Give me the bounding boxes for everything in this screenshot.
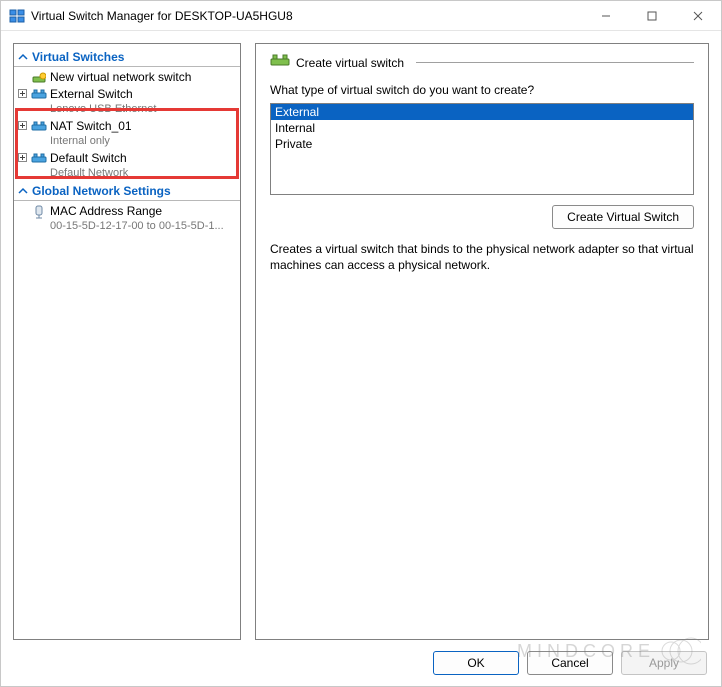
- maximize-button[interactable]: [629, 1, 675, 30]
- section-label: Global Network Settings: [32, 184, 171, 198]
- expander-icon[interactable]: [18, 89, 28, 99]
- create-switch-button[interactable]: Create Virtual Switch: [552, 205, 694, 229]
- ok-button[interactable]: OK: [433, 651, 519, 675]
- window-controls: [583, 1, 721, 30]
- node-label: MAC Address Range: [50, 204, 224, 219]
- close-button[interactable]: [675, 1, 721, 30]
- window-title: Virtual Switch Manager for DESKTOP-UA5HG…: [31, 9, 583, 23]
- expander-icon[interactable]: [18, 121, 28, 131]
- app-icon: [9, 8, 25, 24]
- node-sublabel: Internal only: [50, 134, 132, 149]
- cancel-button[interactable]: Cancel: [527, 651, 613, 675]
- node-sublabel: Lenovo USB Ethernet: [50, 102, 156, 117]
- pane-title: Create virtual switch: [296, 56, 404, 70]
- node-label: Default Switch: [50, 151, 128, 166]
- section-label: Virtual Switches: [32, 50, 124, 64]
- option-internal[interactable]: Internal: [271, 120, 693, 136]
- sidebar-item-default-switch[interactable]: Default Switch Default Network: [14, 150, 240, 182]
- switch-icon: [270, 54, 290, 71]
- minimize-button[interactable]: [583, 1, 629, 30]
- pane-header: Create virtual switch: [270, 54, 694, 71]
- titlebar[interactable]: Virtual Switch Manager for DESKTOP-UA5HG…: [1, 1, 721, 31]
- mac-icon: [31, 204, 47, 219]
- sidebar[interactable]: Virtual Switches New virtual network swi…: [13, 43, 241, 640]
- dialog-footer: OK Cancel Apply: [1, 640, 721, 686]
- content-pane: Create virtual switch What type of virtu…: [255, 43, 709, 640]
- option-private[interactable]: Private: [271, 136, 693, 152]
- divider: [416, 62, 694, 63]
- sidebar-item-mac-range[interactable]: MAC Address Range 00-15-5D-12-17-00 to 0…: [14, 203, 240, 235]
- section-global-settings[interactable]: Global Network Settings: [14, 182, 240, 201]
- node-label: External Switch: [50, 87, 156, 102]
- switch-icon: [31, 87, 47, 102]
- collapse-icon: [18, 186, 28, 196]
- window-root: Virtual Switch Manager for DESKTOP-UA5HG…: [0, 0, 722, 687]
- switch-icon: [31, 119, 47, 134]
- client-area: Virtual Switches New virtual network swi…: [1, 31, 721, 640]
- sidebar-item-external-switch[interactable]: External Switch Lenovo USB Ethernet: [14, 86, 240, 118]
- description-text: Creates a virtual switch that binds to t…: [270, 241, 694, 273]
- node-sublabel: Default Network: [50, 166, 128, 181]
- node-sublabel: 00-15-5D-12-17-00 to 00-15-5D-1...: [50, 219, 224, 234]
- node-label: NAT Switch_01: [50, 119, 132, 134]
- switch-icon: [31, 151, 47, 166]
- sidebar-item-nat-switch[interactable]: NAT Switch_01 Internal only: [14, 118, 240, 150]
- new-switch-icon: [31, 70, 47, 85]
- expander-icon[interactable]: [18, 153, 28, 163]
- collapse-icon: [18, 52, 28, 62]
- prompt-text: What type of virtual switch do you want …: [270, 83, 694, 97]
- sidebar-item-new-switch[interactable]: New virtual network switch: [14, 69, 240, 86]
- apply-button[interactable]: Apply: [621, 651, 707, 675]
- option-external[interactable]: External: [271, 104, 693, 120]
- node-label: New virtual network switch: [50, 70, 191, 85]
- switch-type-listbox[interactable]: External Internal Private: [270, 103, 694, 195]
- section-virtual-switches[interactable]: Virtual Switches: [14, 48, 240, 67]
